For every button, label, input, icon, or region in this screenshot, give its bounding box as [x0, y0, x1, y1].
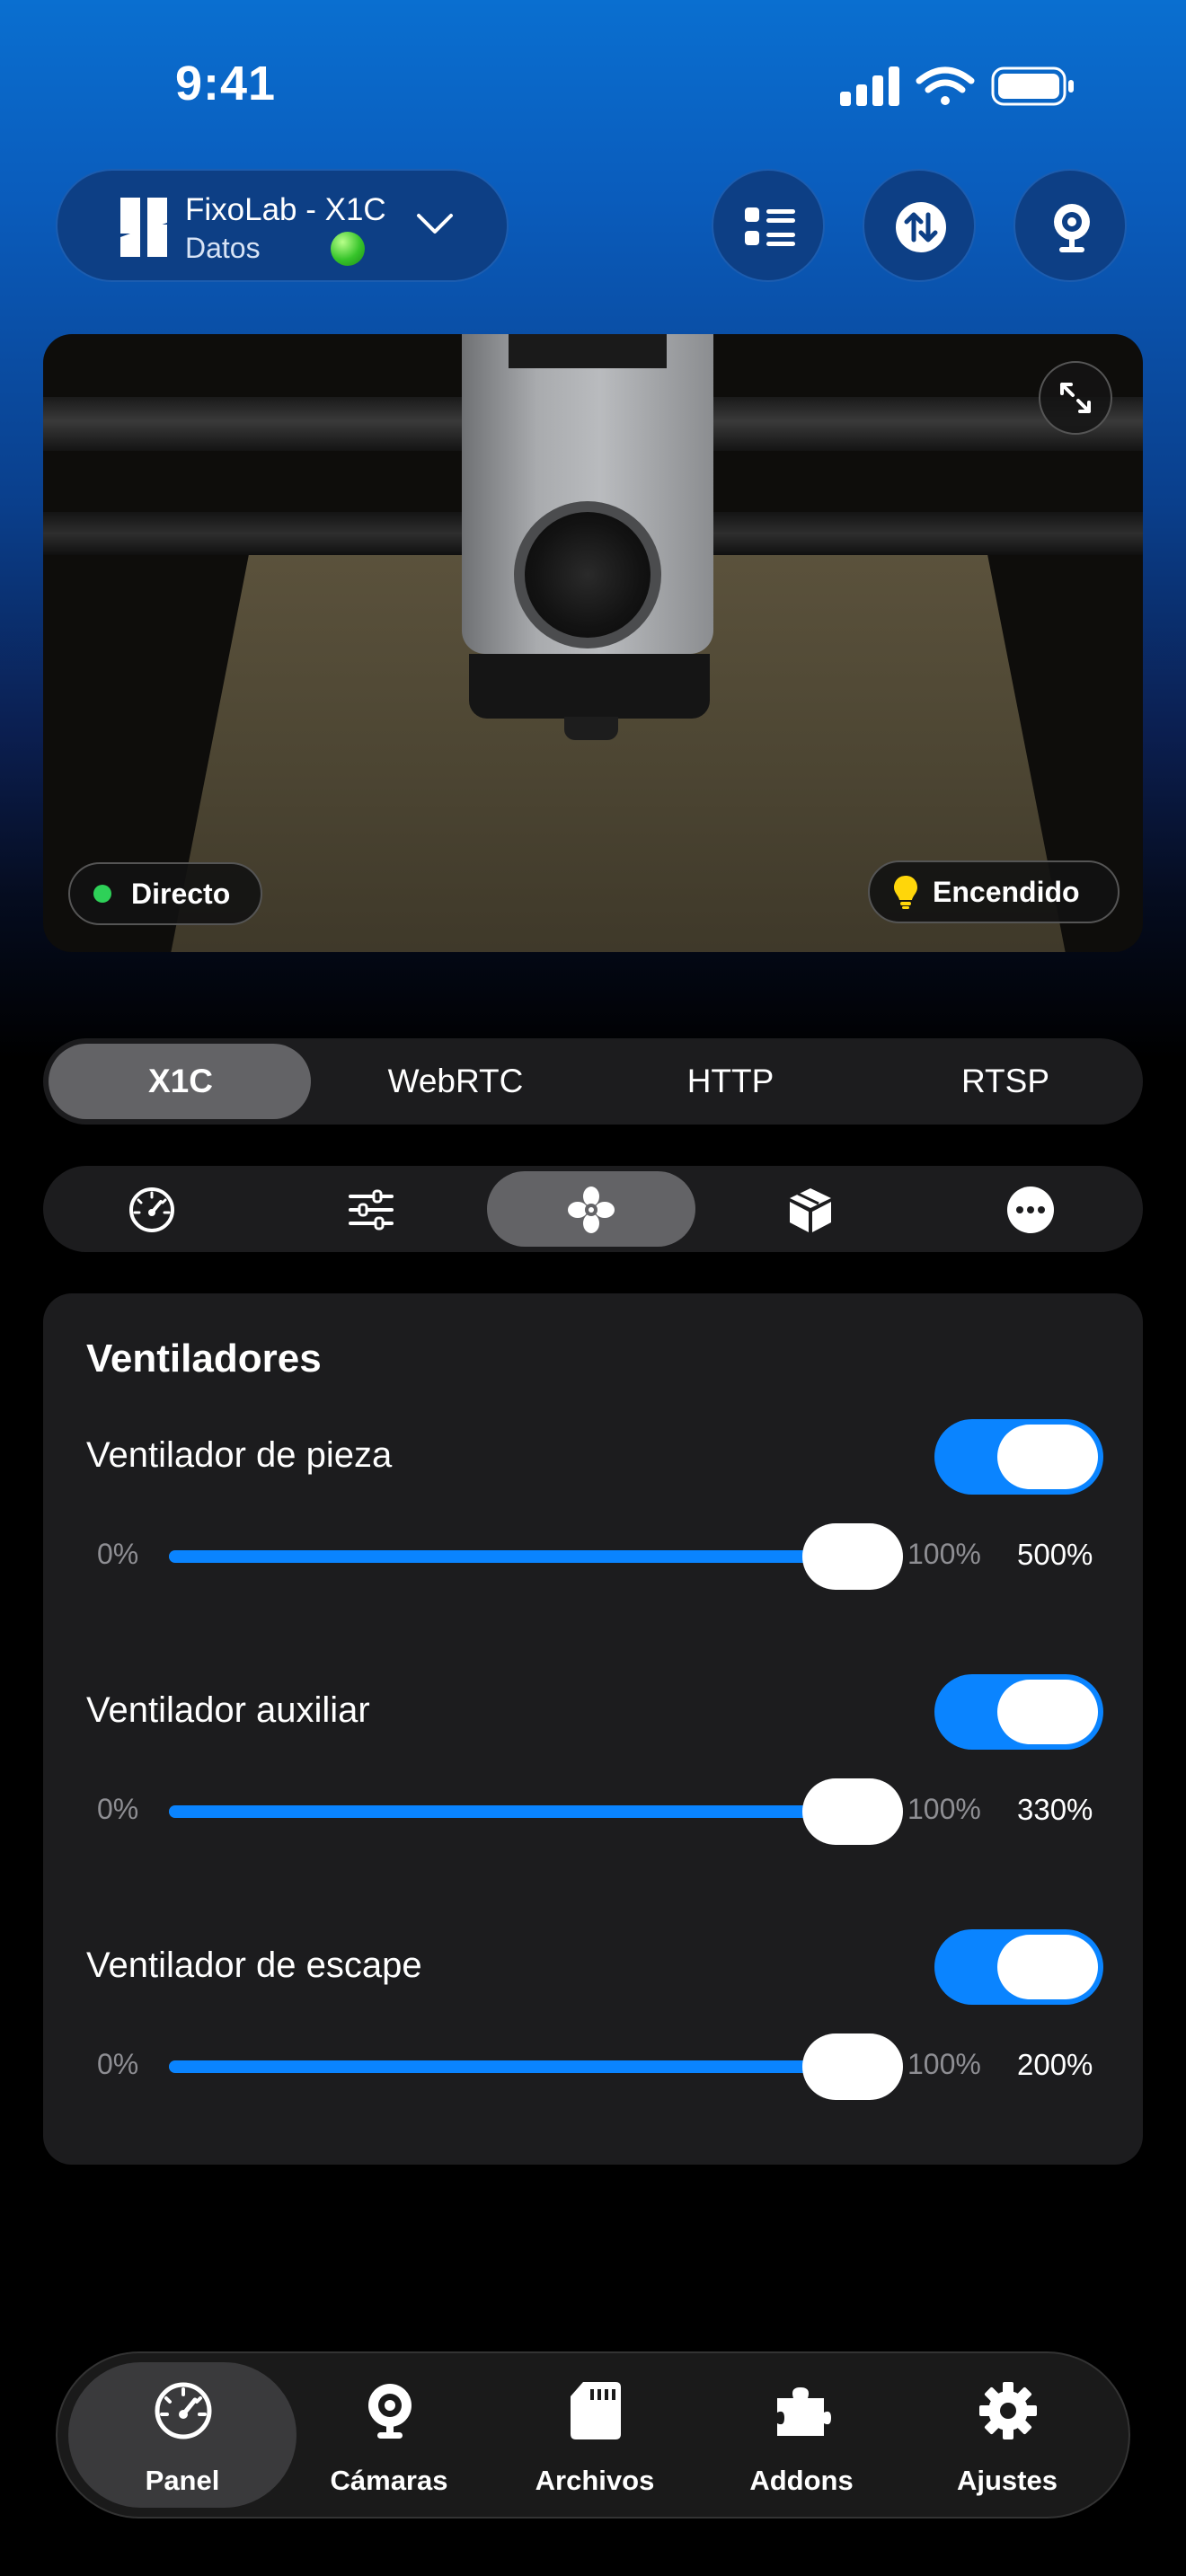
live-label: Directo	[131, 877, 231, 910]
slider-min-label: 0%	[97, 1793, 139, 1825]
light-label: Encendido	[933, 875, 1080, 908]
nav-item-settings[interactable]: Ajustes	[904, 2353, 1111, 2520]
fan-value: 330%	[1017, 1793, 1093, 1826]
list-view-button[interactable]	[712, 169, 825, 282]
nav-item-files[interactable]: Archivos	[491, 2353, 698, 2520]
list-icon	[745, 207, 795, 246]
fan-toggle[interactable]	[934, 1674, 1103, 1750]
stream-tab-webrtc[interactable]: WebRTC	[318, 1038, 593, 1125]
chevron-down-icon	[417, 214, 453, 234]
bambu-logo-icon	[120, 198, 167, 257]
fan-slider[interactable]	[169, 1805, 897, 1818]
slider-fill	[169, 1805, 853, 1818]
slider-max-label: 100%	[907, 2048, 981, 2080]
lightbulb-icon	[894, 876, 917, 909]
speedometer-icon[interactable]	[128, 1186, 176, 1234]
fan-value: 200%	[1017, 2048, 1093, 2081]
light-toggle-chip[interactable]: Encendido	[868, 860, 1120, 923]
status-time: 9:41	[175, 57, 277, 110]
fan-value: 500%	[1017, 1538, 1093, 1571]
expand-icon	[1060, 383, 1091, 413]
fan-label: Ventilador auxiliar	[86, 1690, 370, 1730]
nav-label: Cámaras	[330, 2465, 448, 2496]
connection-status-dot	[331, 232, 365, 266]
device-name: FixoLab - X1C	[185, 192, 386, 227]
stream-tab-http[interactable]: HTTP	[593, 1038, 868, 1125]
slider-max-label: 100%	[907, 1793, 981, 1825]
nav-item-cameras[interactable]: Cámaras	[286, 2353, 492, 2520]
sd-card-icon	[571, 2382, 621, 2439]
toggle-knob	[997, 1935, 1098, 1999]
nav-item-addons[interactable]: Addons	[698, 2353, 905, 2520]
fan-toggle[interactable]	[934, 1929, 1103, 2005]
more-icon[interactable]	[1006, 1186, 1055, 1234]
slider-thumb[interactable]	[802, 1778, 903, 1845]
puzzle-icon	[777, 2387, 831, 2436]
fan-label: Ventilador de escape	[86, 1945, 422, 1985]
fullscreen-button[interactable]	[1039, 361, 1112, 435]
webcam-icon	[368, 2384, 412, 2439]
bottom-nav: Panel Cámaras Archivos Addons Ajustes	[56, 2351, 1130, 2519]
fan-label: Ventilador de pieza	[86, 1435, 393, 1475]
camera-feed[interactable]: Directo Encendido	[43, 334, 1143, 952]
device-status-label: Datos	[185, 232, 261, 264]
fan-toggle[interactable]	[934, 1419, 1103, 1495]
status-icons	[840, 66, 1074, 106]
fan-slider[interactable]	[169, 2060, 897, 2073]
arrows-up-down-icon	[896, 202, 946, 252]
nozzle	[564, 717, 618, 740]
device-selector[interactable]: FixoLab - X1C Datos	[56, 169, 509, 282]
nav-label: Ajustes	[957, 2465, 1058, 2496]
toolhead-fan	[525, 512, 651, 638]
transfer-button[interactable]	[863, 169, 976, 282]
toolhead-base	[469, 654, 710, 719]
stream-tab-rtsp[interactable]: RTSP	[868, 1038, 1143, 1125]
live-badge: Directo	[68, 862, 262, 925]
nav-label: Panel	[145, 2465, 220, 2496]
slider-thumb[interactable]	[802, 2033, 903, 2100]
webcam-icon	[1054, 204, 1090, 252]
wifi-icon	[916, 66, 975, 105]
slider-min-label: 0%	[97, 1538, 139, 1570]
nav-label: Addons	[749, 2465, 854, 2496]
fans-card: Ventiladores Ventilador de pieza 0% 100%…	[43, 1293, 1143, 2165]
toolhead-top	[509, 334, 667, 368]
stream-tab-x1c[interactable]: X1C	[43, 1038, 318, 1125]
toggle-knob	[997, 1425, 1098, 1489]
slider-thumb[interactable]	[802, 1523, 903, 1590]
live-dot	[93, 885, 111, 903]
gear-icon	[979, 2382, 1037, 2439]
slider-min-label: 0%	[97, 2048, 139, 2080]
cellular-signal-icon	[840, 66, 899, 106]
control-tabs	[43, 1166, 1143, 1252]
nav-label: Archivos	[535, 2465, 655, 2496]
slider-fill	[169, 2060, 853, 2073]
slider-max-label: 100%	[907, 1538, 981, 1570]
camera-button[interactable]	[1013, 169, 1127, 282]
nav-item-panel[interactable]: Panel	[79, 2353, 286, 2520]
slider-fill	[169, 1550, 853, 1563]
sliders-icon[interactable]	[347, 1186, 395, 1234]
fan-slider[interactable]	[169, 1550, 897, 1563]
card-title: Ventiladores	[86, 1337, 322, 1381]
battery-icon	[991, 66, 1074, 106]
fan-icon[interactable]	[567, 1186, 615, 1234]
toggle-knob	[997, 1680, 1098, 1744]
speedometer-icon	[155, 2382, 212, 2439]
cube-icon[interactable]	[786, 1186, 835, 1234]
stream-selector: X1C WebRTC HTTP RTSP	[43, 1038, 1143, 1125]
